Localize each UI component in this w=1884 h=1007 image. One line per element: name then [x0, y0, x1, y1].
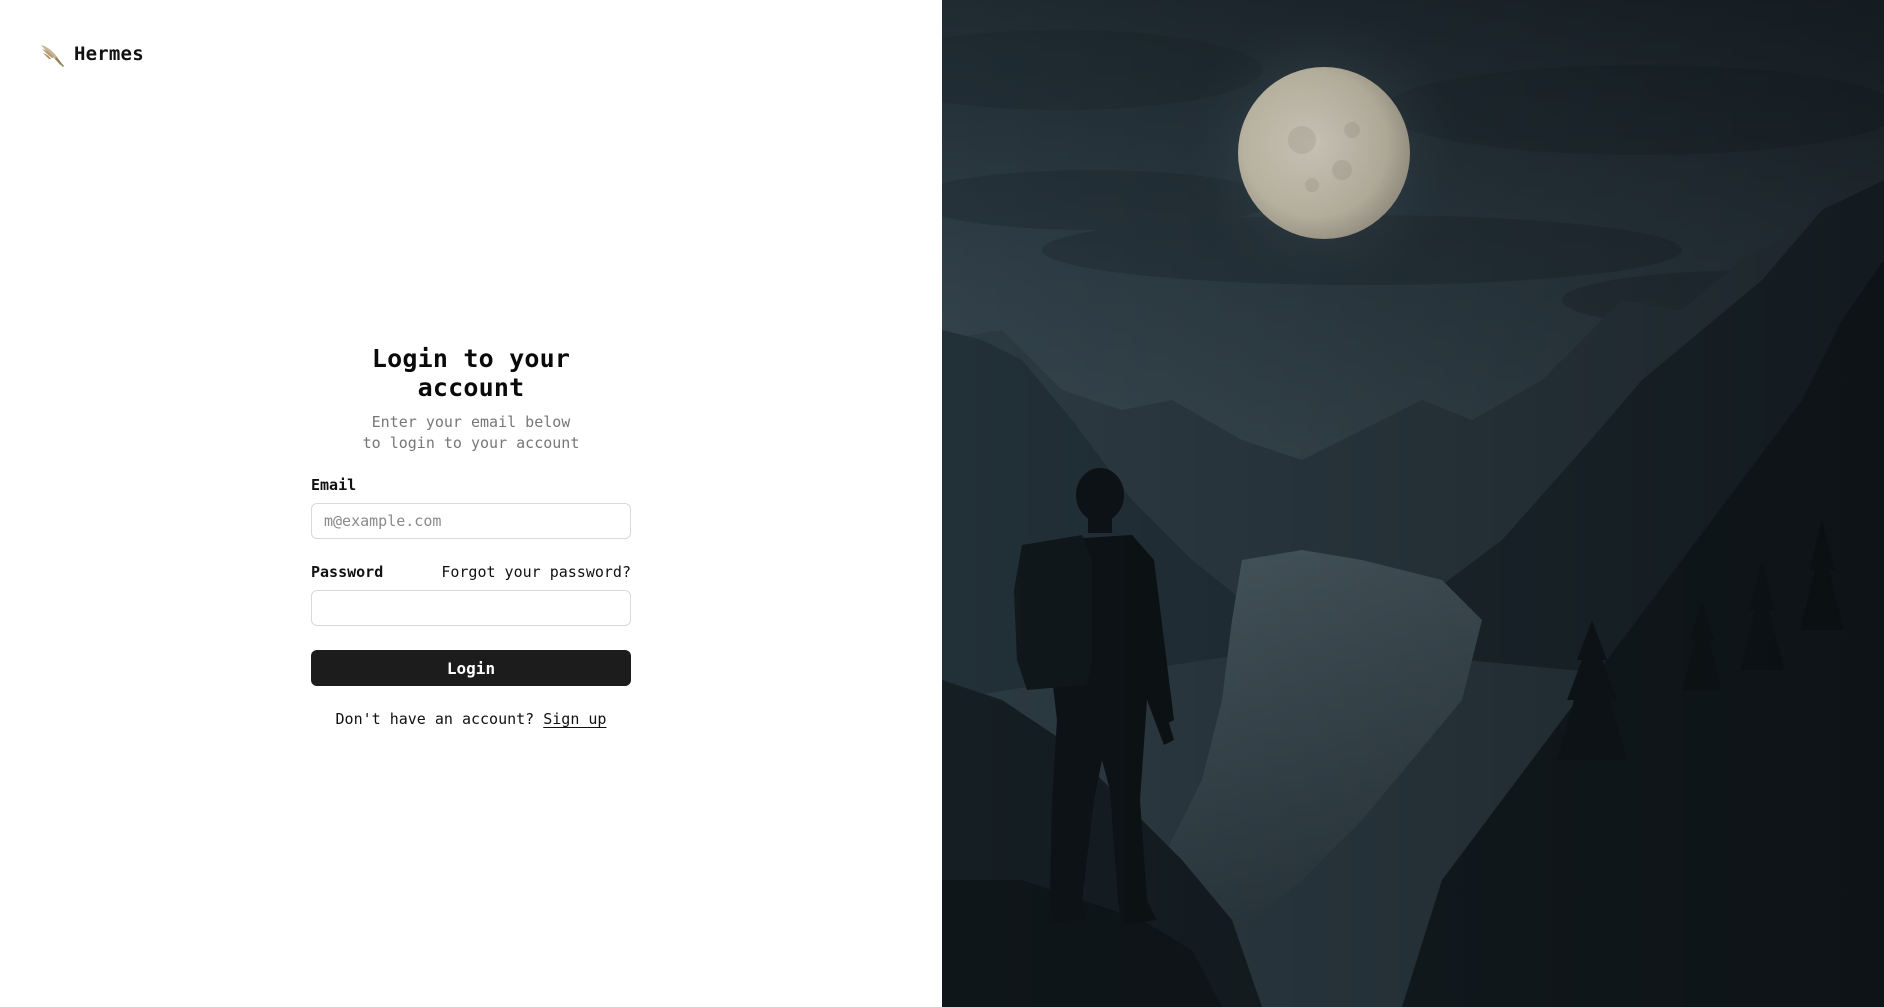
- landscape-illustration: [942, 0, 1884, 1007]
- password-label: Password: [311, 563, 384, 581]
- password-label-row: Password Forgot your password?: [311, 563, 631, 581]
- subtitle-line-2: to login to your account: [362, 434, 580, 452]
- email-label: Email: [311, 476, 357, 494]
- email-label-row: Email: [311, 476, 631, 494]
- signup-link[interactable]: Sign up: [543, 710, 606, 728]
- login-panel: Hermes Login to your account Enter your …: [0, 0, 942, 1007]
- signup-row: Don't have an account? Sign up: [311, 710, 631, 728]
- signup-prompt: Don't have an account?: [335, 710, 535, 728]
- login-page: Hermes Login to your account Enter your …: [0, 0, 1884, 1007]
- subtitle-line-1: Enter your email below: [371, 413, 571, 431]
- winged-feather-icon: [38, 40, 66, 68]
- login-button[interactable]: Login: [311, 650, 631, 686]
- brand[interactable]: Hermes: [38, 40, 144, 68]
- forgot-password-link[interactable]: Forgot your password?: [441, 563, 631, 581]
- password-field[interactable]: [311, 590, 631, 626]
- night-landscape-image: [942, 0, 1884, 1007]
- login-form: Login to your account Enter your email b…: [311, 344, 631, 728]
- page-subtitle: Enter your email below to login to your …: [311, 412, 631, 454]
- brand-name: Hermes: [74, 43, 144, 65]
- page-title: Login to your account: [371, 344, 571, 402]
- email-field[interactable]: [311, 503, 631, 539]
